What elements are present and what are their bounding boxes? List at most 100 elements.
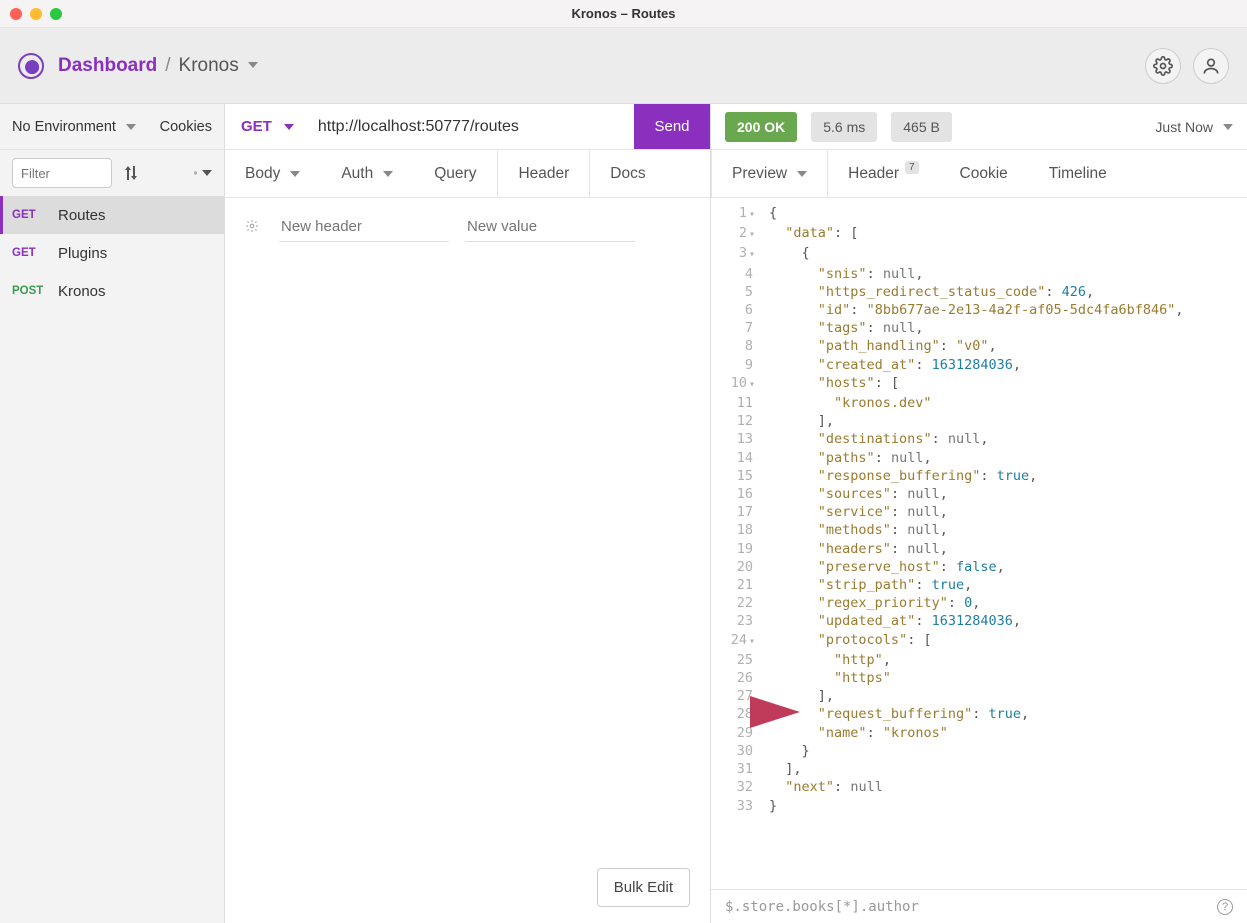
chevron-down-icon xyxy=(202,170,212,176)
tab-body[interactable]: Body xyxy=(225,150,321,197)
account-button[interactable] xyxy=(1193,48,1229,84)
code-content: "preserve_host": false, xyxy=(759,558,1247,576)
chevron-down-icon xyxy=(383,171,393,177)
sidebar-request-item[interactable]: GETRoutes xyxy=(0,196,224,234)
code-content: "tags": null, xyxy=(759,319,1247,337)
code-content: } xyxy=(759,742,1247,760)
code-content: ], xyxy=(759,760,1247,778)
code-line: 1▾{ xyxy=(711,204,1247,224)
sidebar-request-item[interactable]: POSTKronos xyxy=(0,272,224,310)
window-title: Kronos – Routes xyxy=(0,6,1247,21)
code-content: "id": "8bb677ae-2e13-4a2f-af05-5dc4fa6bf… xyxy=(759,301,1247,319)
header-value-input[interactable] xyxy=(465,212,635,242)
line-number: 16 xyxy=(711,485,759,503)
send-button[interactable]: Send xyxy=(634,104,710,149)
line-number: 7 xyxy=(711,319,759,337)
header-name-input[interactable] xyxy=(279,212,449,242)
chevron-down-icon xyxy=(248,62,258,68)
line-number: 17 xyxy=(711,503,759,521)
line-number: 2▾ xyxy=(711,224,759,244)
response-summary: 200 OK 5.6 ms 465 B Just Now xyxy=(711,104,1247,150)
code-content: "https" xyxy=(759,669,1247,687)
code-line: 31 ], xyxy=(711,760,1247,778)
chevron-down-icon xyxy=(797,171,807,177)
breadcrumb-dashboard[interactable]: Dashboard xyxy=(58,55,157,77)
line-number: 6 xyxy=(711,301,759,319)
method-dropdown[interactable]: GET xyxy=(225,104,310,149)
code-line: 14 "paths": null, xyxy=(711,449,1247,467)
code-line: 6 "id": "8bb677ae-2e13-4a2f-af05-5dc4fa6… xyxy=(711,301,1247,319)
fold-toggle-icon[interactable]: ▾ xyxy=(749,379,755,390)
line-number: 5 xyxy=(711,283,759,301)
tab-header[interactable]: Header xyxy=(497,150,590,197)
help-icon[interactable]: ? xyxy=(1217,899,1233,915)
request-name-label: Routes xyxy=(58,207,106,224)
tab-query[interactable]: Query xyxy=(414,150,497,197)
window-controls xyxy=(10,8,62,20)
line-number: 10▾ xyxy=(711,374,759,394)
line-number: 31 xyxy=(711,760,759,778)
tab-timeline[interactable]: Timeline xyxy=(1029,150,1128,197)
code-content: "destinations": null, xyxy=(759,430,1247,448)
time-badge: 5.6 ms xyxy=(811,112,877,142)
code-line: 4 "snis": null, xyxy=(711,265,1247,283)
tab-docs[interactable]: Docs xyxy=(590,150,666,197)
line-number: 27 xyxy=(711,687,759,705)
code-content: "data": [ xyxy=(759,224,1247,244)
line-number: 24▾ xyxy=(711,631,759,651)
fold-toggle-icon[interactable]: ▾ xyxy=(749,229,755,240)
code-content: "regex_priority": 0, xyxy=(759,594,1247,612)
filter-input[interactable] xyxy=(12,158,112,188)
size-badge: 465 B xyxy=(891,112,952,142)
jsonpath-input[interactable]: $.store.books[*].author xyxy=(725,899,919,915)
code-content: "request_buffering": true, xyxy=(759,705,1247,723)
line-number: 26 xyxy=(711,669,759,687)
create-button[interactable] xyxy=(194,164,212,182)
code-line: 25 "http", xyxy=(711,651,1247,669)
fold-toggle-icon[interactable]: ▾ xyxy=(749,636,755,647)
tab-cookie[interactable]: Cookie xyxy=(940,150,1029,197)
bulk-edit-button[interactable]: Bulk Edit xyxy=(597,868,690,907)
close-window-icon[interactable] xyxy=(10,8,22,20)
line-number: 3▾ xyxy=(711,244,759,264)
history-dropdown[interactable]: Just Now xyxy=(1155,119,1233,135)
minimize-window-icon[interactable] xyxy=(30,8,42,20)
url-input[interactable] xyxy=(310,118,634,136)
tab-auth[interactable]: Auth xyxy=(321,150,414,197)
line-number: 30 xyxy=(711,742,759,760)
code-content: } xyxy=(759,797,1247,815)
code-line: 2▾ "data": [ xyxy=(711,224,1247,244)
cookies-button[interactable]: Cookies xyxy=(160,119,212,135)
sort-icon xyxy=(125,166,137,180)
request-pane: GET Send Body Auth Query Header Docs Bul… xyxy=(225,104,711,923)
line-number: 4 xyxy=(711,265,759,283)
environment-dropdown[interactable]: No Environment xyxy=(12,119,136,135)
fold-toggle-icon[interactable]: ▾ xyxy=(749,209,755,220)
row-settings-button[interactable] xyxy=(245,219,263,236)
status-badge: 200 OK xyxy=(725,112,797,142)
user-icon xyxy=(1201,56,1221,76)
tab-response-header[interactable]: Header7 xyxy=(828,150,939,197)
request-list: GETRoutesGETPluginsPOSTKronos xyxy=(0,196,224,923)
line-number: 29 xyxy=(711,724,759,742)
code-line: 26 "https" xyxy=(711,669,1247,687)
request-name-label: Plugins xyxy=(58,245,107,262)
sidebar-request-item[interactable]: GETPlugins xyxy=(0,234,224,272)
app-logo-icon xyxy=(18,53,44,79)
code-line: 8 "path_handling": "v0", xyxy=(711,337,1247,355)
code-content: "updated_at": 1631284036, xyxy=(759,612,1247,630)
breadcrumb-workspace[interactable]: Kronos xyxy=(179,55,258,77)
code-content: "sources": null, xyxy=(759,485,1247,503)
tab-preview[interactable]: Preview xyxy=(711,150,828,197)
code-content: "response_buffering": true, xyxy=(759,467,1247,485)
line-number: 14 xyxy=(711,449,759,467)
response-body[interactable]: 1▾{2▾ "data": [3▾ {4 "snis": null,5 "htt… xyxy=(711,198,1247,889)
chevron-down-icon xyxy=(284,124,294,130)
line-number: 25 xyxy=(711,651,759,669)
sort-button[interactable] xyxy=(122,164,140,182)
code-content: "paths": null, xyxy=(759,449,1247,467)
zoom-window-icon[interactable] xyxy=(50,8,62,20)
breadcrumb-separator: / xyxy=(165,55,170,77)
fold-toggle-icon[interactable]: ▾ xyxy=(749,249,755,260)
settings-button[interactable] xyxy=(1145,48,1181,84)
